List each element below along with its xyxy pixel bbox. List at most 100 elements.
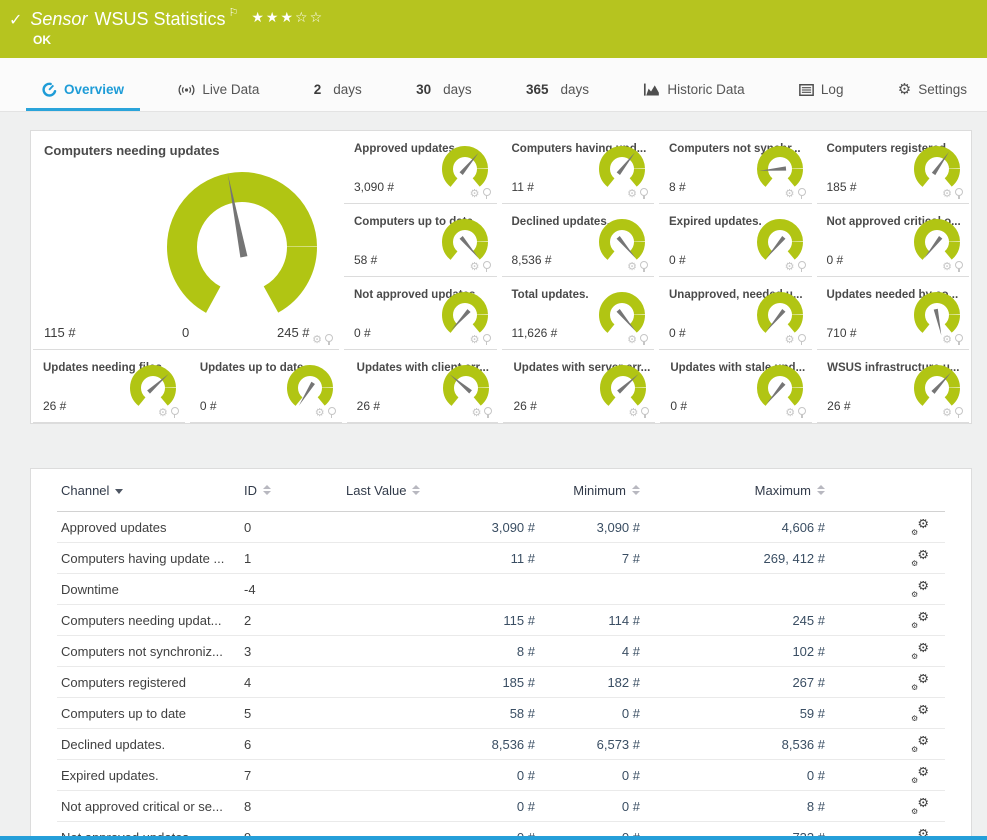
gear-icon[interactable]: ⚙ [785, 189, 795, 200]
channel-cell: Computers having update ... [57, 551, 240, 566]
pin-icon[interactable] [640, 261, 648, 269]
flag-icon[interactable]: ⚐ [228, 6, 238, 19]
pin-icon[interactable] [798, 261, 806, 269]
gear-icon[interactable]: ⚙ [942, 262, 952, 273]
gauge-cell[interactable]: Updates with stale upd...0 #⚙ [660, 350, 812, 423]
gear-icon[interactable]: ⚙ [942, 335, 952, 346]
gear-icon[interactable]: ⚙ [627, 262, 637, 273]
gauge-dial [151, 157, 333, 335]
tab-historic-data[interactable]: Historic Data [627, 82, 760, 111]
gauge-large-cell[interactable]: Computers needing updates 115 # 0 245 # … [33, 131, 339, 350]
table-row[interactable]: Computers up to date558 #0 #59 #⚙⚙ [57, 698, 945, 729]
channel-settings-icon[interactable]: ⚙⚙ [911, 550, 929, 566]
pin-icon[interactable] [955, 334, 963, 342]
priority-stars[interactable]: ★★★☆☆ [251, 9, 324, 26]
pin-icon[interactable] [483, 334, 491, 342]
channel-settings-icon[interactable]: ⚙⚙ [911, 581, 929, 597]
pin-icon[interactable] [798, 334, 806, 342]
gauge-cell[interactable]: Computers registered185 #⚙ [817, 131, 970, 204]
gauge-cell[interactable]: Updates with client err...26 #⚙ [347, 350, 499, 423]
pin-icon[interactable] [483, 261, 491, 269]
table-row[interactable]: Computers having update ...111 #7 #269, … [57, 543, 945, 574]
pin-icon[interactable] [798, 407, 806, 415]
gauge-value: 26 # [43, 399, 66, 413]
gear-icon[interactable]: ⚙ [627, 189, 637, 200]
gear-icon[interactable]: ⚙ [785, 408, 795, 419]
gauge-cell[interactable]: WSUS infrastructure u...26 #⚙ [817, 350, 969, 423]
pin-icon[interactable] [955, 188, 963, 196]
gear-icon[interactable]: ⚙ [942, 189, 952, 200]
gauge-cell[interactable]: Expired updates.0 #⚙ [659, 204, 812, 277]
gear-icon[interactable]: ⚙ [470, 335, 480, 346]
tab-30-days[interactable]: 30days [400, 82, 488, 111]
column-header-id[interactable]: ID [240, 483, 342, 498]
gauge-cell[interactable]: Computers having upd...11 #⚙ [502, 131, 655, 204]
pin-icon[interactable] [955, 261, 963, 269]
table-row[interactable]: Not approved critical or se...80 #0 #8 #… [57, 791, 945, 822]
gear-icon[interactable]: ⚙ [628, 408, 638, 419]
channel-settings-icon[interactable]: ⚙⚙ [911, 519, 929, 535]
channel-settings-icon[interactable]: ⚙⚙ [911, 736, 929, 752]
table-row[interactable]: Approved updates03,090 #3,090 #4,606 #⚙⚙ [57, 512, 945, 543]
gear-icon[interactable]: ⚙ [785, 262, 795, 273]
pin-icon[interactable] [641, 407, 649, 415]
pin-icon[interactable] [640, 188, 648, 196]
channel-settings-icon[interactable]: ⚙⚙ [911, 798, 929, 814]
gear-icon[interactable]: ⚙ [472, 408, 482, 419]
channel-settings-icon[interactable]: ⚙⚙ [911, 674, 929, 690]
pin-icon[interactable] [640, 334, 648, 342]
table-row[interactable]: Computers not synchroniz...38 #4 #102 #⚙… [57, 636, 945, 667]
gauge-cell[interactable]: Computers up to date58 #⚙ [344, 204, 497, 277]
tab-overview[interactable]: Overview [26, 82, 140, 111]
gauge-cell[interactable]: Updates with server err...26 #⚙ [503, 350, 655, 423]
pin-icon[interactable] [484, 407, 492, 415]
gear-icon[interactable]: ⚙ [942, 408, 952, 419]
gear-icon[interactable]: ⚙ [470, 262, 480, 273]
pin-icon[interactable] [171, 407, 179, 415]
column-header-minimum[interactable]: Minimum [537, 483, 642, 498]
gauge-cell[interactable]: Not approved updates0 #⚙ [344, 277, 497, 350]
channel-settings-icon[interactable]: ⚙⚙ [911, 643, 929, 659]
pin-icon[interactable] [325, 334, 333, 342]
column-header-channel[interactable]: Channel [57, 483, 240, 498]
gauge-cell[interactable]: Unapproved, needed u...0 #⚙ [659, 277, 812, 350]
column-header-maximum[interactable]: Maximum [642, 483, 827, 498]
gear-icon[interactable]: ⚙ [315, 408, 325, 419]
pin-icon[interactable] [798, 188, 806, 196]
gauge-cell[interactable]: Not approved critical o...0 #⚙ [817, 204, 970, 277]
tab-2-days[interactable]: 2days [298, 82, 378, 111]
tab-live-data[interactable]: Live Data [162, 82, 275, 111]
gear-icon[interactable]: ⚙ [627, 335, 637, 346]
table-row[interactable]: Computers registered4185 #182 #267 #⚙⚙ [57, 667, 945, 698]
gear-icon[interactable]: ⚙ [312, 335, 322, 346]
tab-number: 2 [314, 82, 322, 97]
channel-settings-icon[interactable]: ⚙⚙ [911, 767, 929, 783]
table-row[interactable]: Declined updates.68,536 #6,573 #8,536 #⚙… [57, 729, 945, 760]
table-row[interactable]: Downtime-4⚙⚙ [57, 574, 945, 605]
pin-icon[interactable] [328, 407, 336, 415]
gauge-cell[interactable]: Updates needing files.26 #⚙ [33, 350, 185, 423]
gauge-cell[interactable]: Updates up to date.0 #⚙ [190, 350, 342, 423]
gear-icon[interactable]: ⚙ [785, 335, 795, 346]
tab-log[interactable]: Log [783, 82, 860, 111]
column-header-last-value[interactable]: Last Value [342, 483, 537, 498]
pin-icon[interactable] [955, 407, 963, 415]
gauge-cell[interactable]: Updates needed by co...710 #⚙ [817, 277, 970, 350]
log-icon [799, 84, 814, 96]
gauge-cell[interactable]: Total updates.11,626 #⚙ [502, 277, 655, 350]
id-cell: 6 [240, 737, 342, 752]
gauge-value: 185 # [827, 180, 857, 194]
tab-settings[interactable]: ⚙Settings [882, 82, 983, 111]
channel-settings-icon[interactable]: ⚙⚙ [911, 705, 929, 721]
tab-365-days[interactable]: 365days [510, 82, 605, 111]
channel-settings-icon[interactable]: ⚙⚙ [911, 612, 929, 628]
gauge-cell[interactable]: Approved updates3,090 #⚙ [344, 131, 497, 204]
pin-icon[interactable] [483, 188, 491, 196]
table-row[interactable]: Expired updates.70 #0 #0 #⚙⚙ [57, 760, 945, 791]
gear-icon[interactable]: ⚙ [158, 408, 168, 419]
gear-icon[interactable]: ⚙ [470, 189, 480, 200]
tab-number: 30 [416, 82, 431, 97]
table-row[interactable]: Computers needing updat...2115 #114 #245… [57, 605, 945, 636]
gauge-cell[interactable]: Computers not synchr...8 #⚙ [659, 131, 812, 204]
gauge-cell[interactable]: Declined updates.8,536 #⚙ [502, 204, 655, 277]
